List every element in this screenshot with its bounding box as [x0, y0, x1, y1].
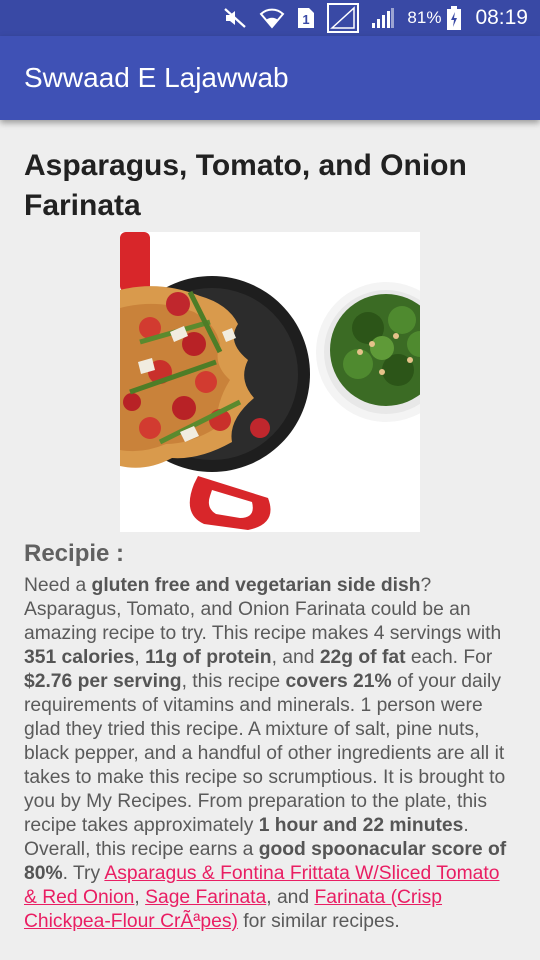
section-heading: Recipie :	[24, 540, 125, 567]
recipe-summary: Need a gluten free and vegetarian side d…	[24, 574, 516, 933]
summary-bold-text: 1 hour and 22 minutes	[258, 815, 464, 836]
summary-text: ,	[134, 647, 146, 668]
summary-bold-text: 11g of protein	[145, 647, 272, 668]
summary-text: each. For	[405, 647, 493, 668]
recipe-title: Asparagus, Tomato, and Onion Farinata	[24, 149, 467, 222]
battery-percent: 81%	[407, 8, 442, 27]
summary-bold-text: 351 calories	[24, 647, 135, 668]
summary-bold-text: gluten free and vegetarian side dish	[91, 575, 421, 596]
summary-text: for similar recipes.	[237, 911, 400, 932]
app-bar: Swwaad E Lajawwab	[0, 36, 540, 120]
summary-text: . Try	[62, 863, 105, 884]
summary-text: of your daily requirements of vitamins a…	[24, 671, 506, 836]
summary-text: , and	[266, 887, 315, 908]
sim-icon: 1	[297, 6, 315, 30]
app-title: Swwaad E Lajawwab	[24, 62, 289, 93]
summary-text: , this recipe	[181, 671, 286, 692]
status-bar: 1 81% 08:19	[0, 0, 540, 36]
recipe-photo	[120, 232, 420, 532]
clock: 08:19	[475, 6, 528, 29]
summary-text: Need a	[24, 575, 92, 596]
recipe-scroll-view[interactable]: Asparagus, Tomato, and Onion Farinata Re…	[0, 120, 540, 933]
summary-text: ,	[134, 887, 146, 908]
summary-bold-text: covers 21%	[285, 671, 392, 692]
wifi-icon	[259, 6, 285, 30]
battery-icon	[447, 6, 462, 30]
summary-bold-text: 22g of fat	[319, 647, 406, 668]
mute-icon	[223, 6, 247, 30]
similar-recipe-link[interactable]: Sage Farinata	[145, 887, 266, 908]
summary-text: , and	[271, 647, 320, 668]
summary-bold-text: $2.76 per serving	[24, 671, 182, 692]
signal-icon	[371, 6, 395, 30]
sim-slot-label: 1	[303, 12, 310, 27]
no-signal-icon	[327, 3, 360, 33]
